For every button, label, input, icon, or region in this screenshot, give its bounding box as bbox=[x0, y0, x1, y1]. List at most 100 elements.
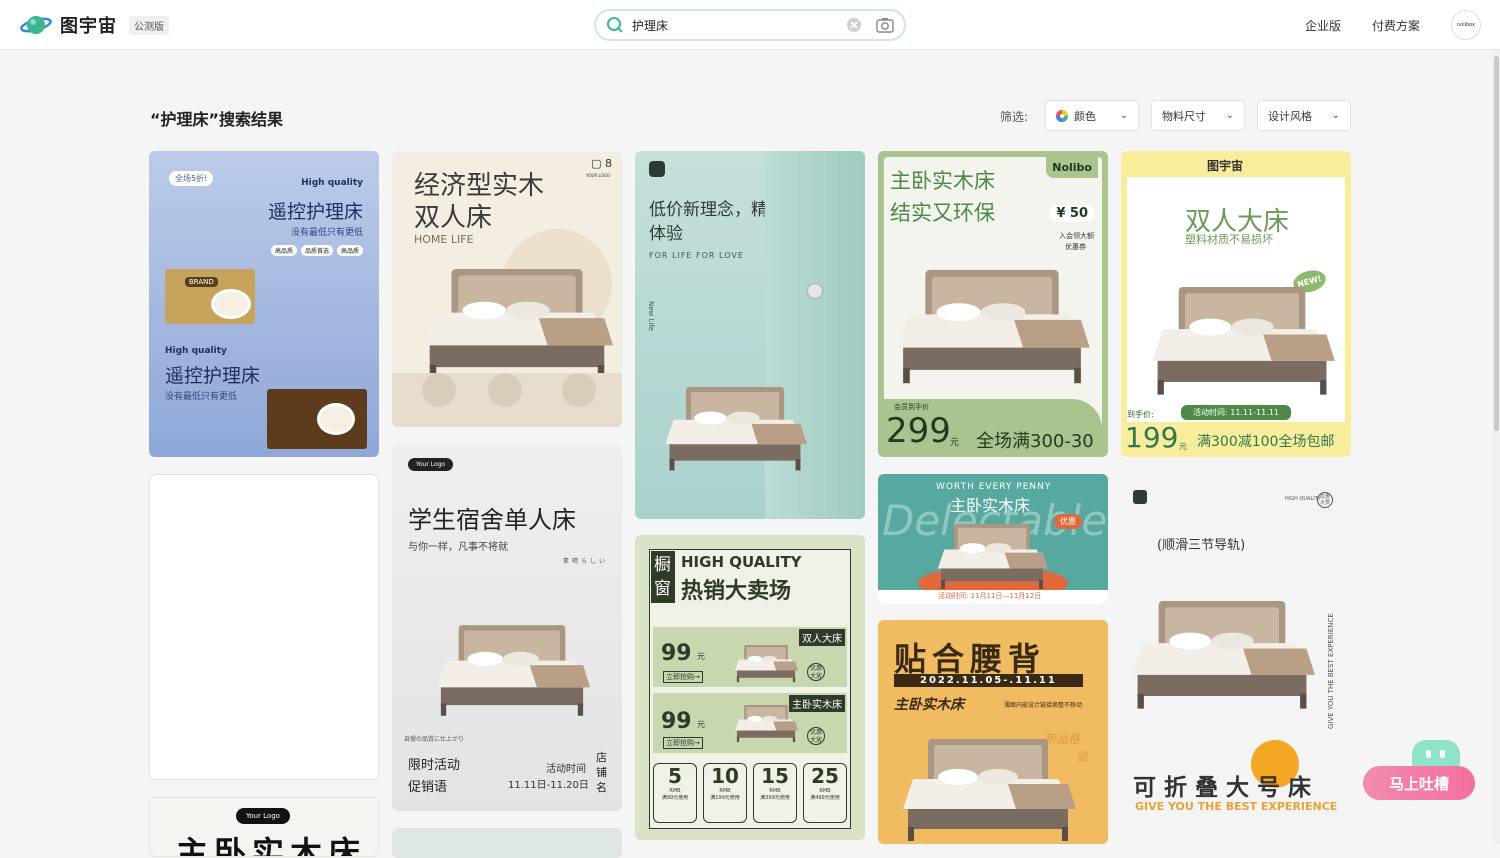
card-title: 可折叠大号床 bbox=[1133, 775, 1319, 801]
card-title: 遥控护理床 bbox=[165, 365, 261, 387]
product-label: 双人大床 bbox=[799, 629, 845, 646]
feedback-button[interactable]: 马上吐槽 bbox=[1363, 766, 1475, 800]
product-box-image bbox=[267, 389, 367, 449]
card-text: 优惠券 bbox=[1065, 243, 1086, 251]
filter-color-label: 颜色 bbox=[1074, 109, 1096, 123]
search-icon[interactable] bbox=[606, 16, 624, 34]
logo-text: 图宇宙 bbox=[60, 16, 117, 37]
price-unit: 元 bbox=[950, 438, 960, 448]
logo-icon bbox=[649, 161, 665, 177]
card-text: 没有最低只有更低 bbox=[165, 392, 238, 402]
filter-size-label: 物料尺寸 bbox=[1162, 109, 1206, 123]
price: 299 bbox=[886, 411, 951, 451]
filter-style[interactable]: 设计风格 ⌄ bbox=[1257, 100, 1351, 131]
coupon-tier: 25 RMB 满499元使用 bbox=[803, 763, 847, 823]
product-row: 主卧实木床 99 元 立即抢购→ 优惠大放 bbox=[653, 693, 847, 753]
tag: 高品质 bbox=[270, 245, 297, 256]
card-text: FOR LIFE FOR LOVE bbox=[649, 251, 744, 260]
promo-badge: 优惠大赏 bbox=[1317, 492, 1333, 508]
promo-text: 全场满300-30 bbox=[976, 431, 1094, 452]
logo-placeholder: YOUR LOGO bbox=[586, 173, 610, 178]
template-card[interactable]: WORTH EVERY PENNY 主卧实木床 Delectable 优惠 活动… bbox=[878, 474, 1108, 604]
price: 99 bbox=[661, 641, 692, 666]
bed-image bbox=[1132, 600, 1315, 709]
card-text: 与你一样，凡事不将就 bbox=[408, 542, 508, 553]
template-card[interactable]: Your Logo 学生宿舍单人床 与你一样，凡事不将就 素晴らしい 自慢の品質… bbox=[392, 444, 622, 811]
brand-label: BRAND bbox=[185, 277, 218, 287]
chevron-down-icon: ⌄ bbox=[1119, 110, 1128, 121]
card-subtitle: High quality bbox=[165, 346, 227, 356]
card-subtitle: WORTH EVERY PENNY bbox=[936, 482, 1052, 492]
filter-size[interactable]: 物料尺寸 ⌄ bbox=[1151, 100, 1245, 131]
chevron-down-icon: ⌄ bbox=[1225, 110, 1234, 121]
price: 199 bbox=[1125, 421, 1179, 454]
logo[interactable]: 图宇宙 公测版 bbox=[20, 12, 169, 38]
feature-icon bbox=[422, 373, 456, 407]
search-box[interactable]: 护理床 bbox=[594, 9, 906, 41]
filter-color[interactable]: 颜色 ⌄ bbox=[1045, 100, 1139, 131]
coupon-tier: 15 RMB 满399元使用 bbox=[753, 763, 797, 823]
promo-time: 2022.11.05-.11.11 bbox=[894, 674, 1083, 687]
product-row: 双人大床 99 元 立即抢购→ 优惠大放 bbox=[653, 627, 847, 687]
window-label: 橱窗 bbox=[651, 551, 675, 603]
card-text: 塑料材质不易损坏 bbox=[1185, 233, 1273, 246]
card-subtitle: HIGH QUALITY bbox=[1285, 496, 1321, 502]
template-card[interactable] bbox=[392, 828, 622, 858]
bed-image bbox=[1152, 286, 1335, 395]
template-card-placeholder[interactable] bbox=[149, 474, 379, 780]
template-card[interactable]: 全场5折! High quality 遥控护理床 没有最低只有更低 高品质 品质… bbox=[149, 151, 379, 457]
card-text: HOME LIFE bbox=[414, 233, 474, 246]
template-card[interactable]: 主卧实木床 结实又环保 Nolibo ¥ 50 入会领大额 优惠券 会员到手价 … bbox=[878, 151, 1108, 457]
card-subtitle: HIGH QUALITY bbox=[681, 553, 802, 571]
store-name: 店铺名 bbox=[596, 751, 607, 794]
template-card[interactable]: HIGH QUALITY 优惠大赏 (顺滑三节导轨) GIVE YOU THE … bbox=[1121, 474, 1351, 826]
logo-placeholder: Your Logo bbox=[408, 458, 454, 471]
card-text: 自慢の品質に仕上がり bbox=[404, 736, 465, 743]
promo-text: 满300减100全场包邮 bbox=[1197, 434, 1335, 450]
logo-placeholder: Your Logo bbox=[236, 808, 290, 824]
product-box-image: BRAND bbox=[165, 269, 255, 324]
nav-pricing[interactable]: 付费方案 bbox=[1372, 17, 1420, 34]
template-card[interactable]: 低价新理念，精品新 体验 FOR LIFE FOR LOVE New Life bbox=[635, 151, 865, 519]
clear-icon[interactable] bbox=[846, 17, 862, 33]
color-wheel-icon bbox=[1056, 109, 1068, 122]
card-title: 双人床 bbox=[414, 203, 493, 233]
card-text: 活动时间 bbox=[546, 764, 586, 775]
card-subtitle: High quality bbox=[301, 178, 363, 188]
avatar[interactable]: nolibox bbox=[1451, 10, 1481, 40]
price-unit: 元 bbox=[697, 652, 705, 661]
top-bar: 图宇宙 公测版 护理床 企业版 付费方案 nolibox bbox=[0, 0, 1500, 50]
template-card[interactable]: Your Logo 主卧实木床 bbox=[149, 797, 379, 857]
bed-image bbox=[735, 645, 798, 683]
coupon-tier: 5 RMB 满99元使用 bbox=[653, 763, 697, 823]
card-title: 遥控护理床 bbox=[267, 201, 363, 223]
bed-image bbox=[424, 269, 613, 381]
coupon-tiers: 5 RMB 满99元使用 10 RMB 满199元使用 15 RMB 满399元使用 25 R… bbox=[653, 763, 847, 823]
logo-icon bbox=[1133, 490, 1147, 504]
price-unit: 元 bbox=[1179, 442, 1187, 451]
search-input[interactable]: 护理床 bbox=[632, 17, 846, 34]
tag: 高品质 bbox=[336, 245, 363, 256]
price: 99 bbox=[661, 709, 692, 734]
filter-style-label: 设计风格 bbox=[1268, 109, 1312, 123]
template-card[interactable]: 贴合腰背 2022.11.05-.11.11 主卧实木床 薄面内嵌设计链接换整不… bbox=[878, 620, 1108, 844]
template-card[interactable]: ▢ 8 YOUR LOGO 经济型实木 双人床 HOME LIFE bbox=[392, 151, 622, 427]
card-text: 薄面内嵌设计链接换整不移动 bbox=[1004, 702, 1083, 709]
coupon-tier: 10 RMB 满199元使用 bbox=[703, 763, 747, 823]
nav-enterprise[interactable]: 企业版 bbox=[1305, 17, 1341, 34]
coupon-badge: 优惠大放 bbox=[807, 727, 825, 745]
bed-image bbox=[665, 387, 807, 471]
feature-icon bbox=[562, 373, 596, 407]
buy-button: 立即抢购→ bbox=[663, 671, 703, 683]
card-title: 体验 bbox=[649, 224, 683, 244]
card-title: 主卧实木床 bbox=[890, 169, 995, 193]
page-count: ▢ 8 bbox=[591, 157, 612, 170]
template-card[interactable]: 图宇宙 双人大床 塑料材质不易损坏 NEW! 到手价: 活动时间: 11.11-… bbox=[1121, 151, 1351, 457]
tag-row: 高品质 品质首选 高品质 bbox=[270, 245, 363, 256]
template-card[interactable]: 橱窗 HIGH QUALITY 热销大卖场 双人大床 99 元 立即抢购→ 优惠… bbox=[635, 535, 865, 840]
scrollbar-thumb[interactable] bbox=[1494, 56, 1499, 431]
promo-time: 活动时间: 11月11日—11月12日 bbox=[938, 592, 1042, 600]
card-text: 入会领大额 bbox=[1059, 232, 1094, 240]
vertical-text: GIVE YOU THE BEST EXPERIENCE bbox=[1327, 613, 1335, 729]
camera-icon[interactable] bbox=[876, 17, 894, 33]
